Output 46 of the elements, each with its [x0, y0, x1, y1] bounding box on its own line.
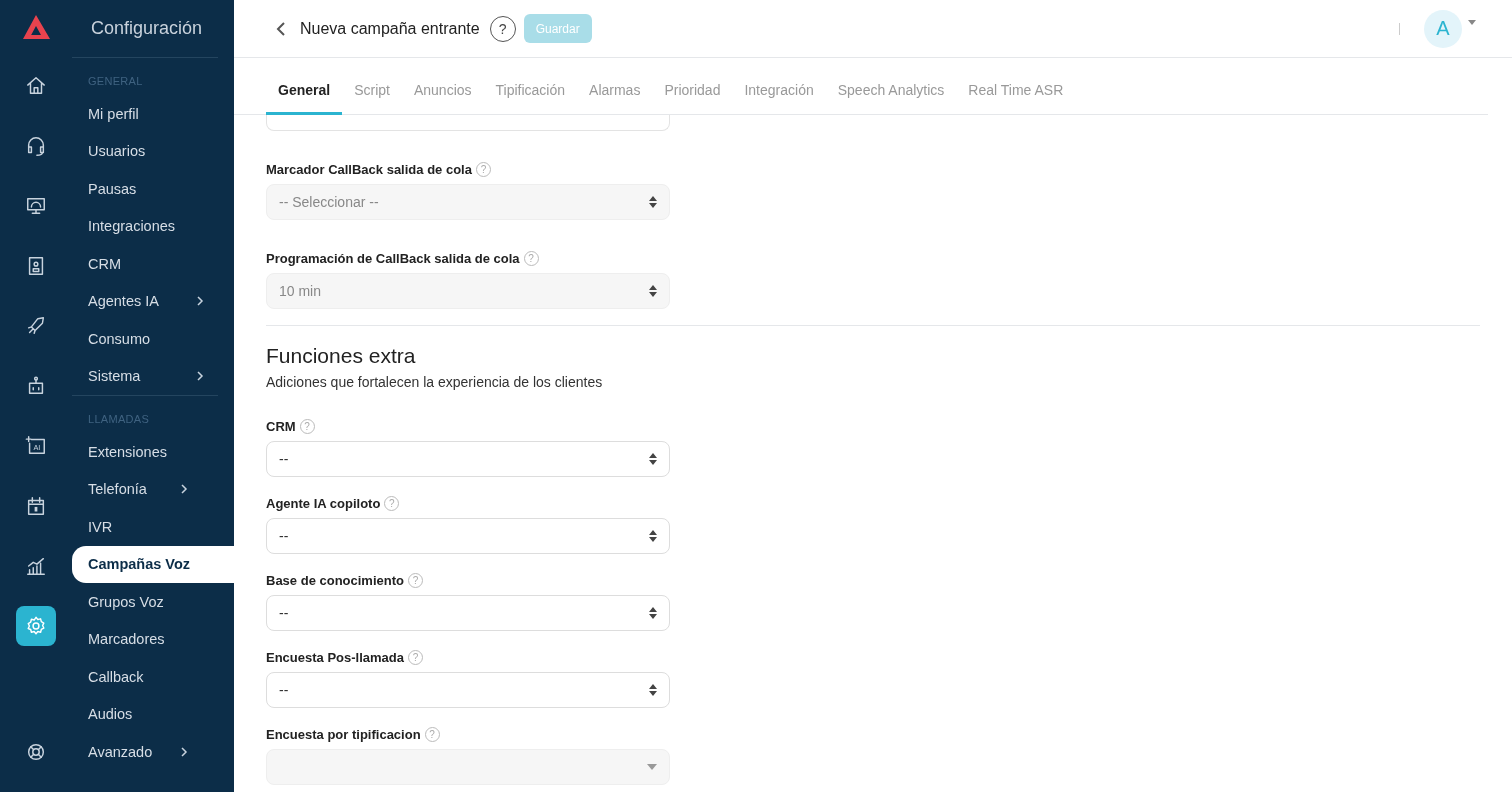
select-field[interactable]: --: [266, 518, 670, 554]
tab[interactable]: General: [266, 82, 343, 115]
sort-arrows-icon: [649, 285, 657, 297]
menu-item[interactable]: Integraciones: [72, 207, 234, 245]
menu-item[interactable]: Audios: [72, 695, 218, 733]
select-field[interactable]: [266, 115, 670, 131]
menu-item[interactable]: Grupos Voz: [72, 583, 218, 621]
menu-item[interactable]: Sistema: [72, 357, 234, 395]
section-subtitle: Adiciones que fortalecen la experiencia de los clientes: [266, 374, 604, 390]
field-label: Base de conocimiento: [266, 572, 404, 588]
field-label: Agente IA copiloto: [266, 495, 381, 511]
field-label: Encuesta por tipificacion: [266, 726, 421, 742]
menu-item[interactable]: Pausas: [72, 170, 234, 208]
menu-item[interactable]: Avanzado: [72, 733, 218, 771]
section-heading: LLAMADAS: [87, 412, 151, 427]
menu-item[interactable]: Consumo: [72, 320, 234, 358]
caret-down-icon: [647, 764, 657, 770]
back-icon[interactable]: [274, 20, 288, 37]
menu-item[interactable]: Marcadores: [72, 620, 218, 658]
menu-item[interactable]: Mi perfil: [72, 95, 234, 133]
menu-item[interactable]: IVR: [72, 508, 218, 546]
field-label: Programación de CallBack salida de cola: [266, 250, 520, 266]
menu-item[interactable]: Telefonía: [72, 470, 218, 508]
menu-item[interactable]: Usuarios: [72, 132, 234, 170]
sort-arrows-icon: [649, 530, 657, 542]
page-title: Nueva campaña entrante: [300, 19, 480, 38]
caret-down-icon[interactable]: [1468, 20, 1476, 25]
menu-item[interactable]: Agentes IA: [72, 282, 234, 320]
menu-title: Configuración: [72, 0, 218, 58]
select-field[interactable]: --: [266, 595, 670, 631]
sort-arrows-icon: [649, 453, 657, 465]
menu-item[interactable]: Extensiones: [72, 433, 218, 471]
menu-item[interactable]: Campañas Voz: [72, 545, 234, 583]
section-title: Funciones extra: [266, 344, 417, 368]
sort-arrows-icon: [649, 196, 657, 208]
section-heading: GENERAL: [87, 74, 144, 89]
menu-item[interactable]: Callback: [72, 658, 218, 696]
menu-item[interactable]: CRM: [72, 245, 234, 283]
field-label: CRM: [266, 418, 296, 434]
settings-icon[interactable]: [16, 606, 56, 646]
sort-arrows-icon: [649, 607, 657, 619]
field-label: Encuesta Pos-llamada: [266, 649, 404, 665]
select-field[interactable]: --: [266, 672, 670, 708]
field-label: Marcador CallBack salida de cola: [266, 161, 472, 177]
sort-arrows-icon: [649, 684, 657, 696]
select-field[interactable]: --: [266, 441, 670, 477]
